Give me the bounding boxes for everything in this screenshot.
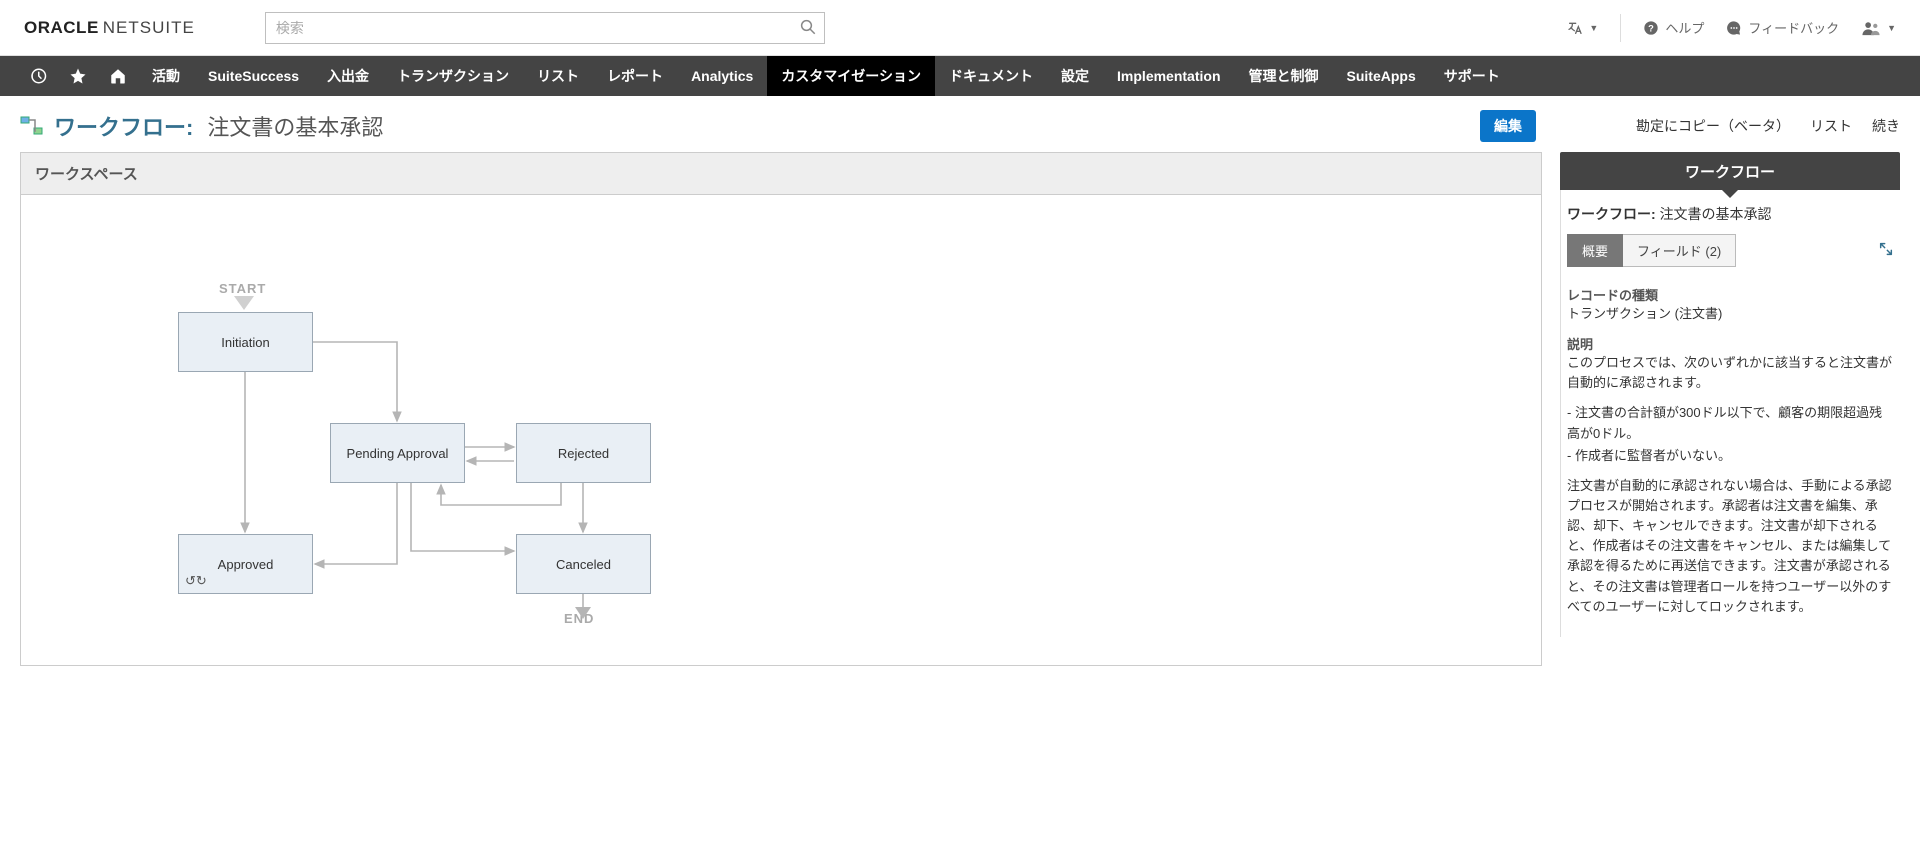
nav-history-icon[interactable] [18, 56, 58, 96]
nav-item-11[interactable]: 管理と制御 [1235, 56, 1333, 96]
nav-item-3[interactable]: トランザクション [383, 56, 523, 96]
side-panel: ワークフロー ワークフロー: 注文書の基本承認 概要 フィールド (2) レコー… [1560, 152, 1900, 637]
more-link[interactable]: 続き [1872, 116, 1900, 136]
state-rejected[interactable]: Rejected [516, 423, 651, 483]
expand-icon[interactable] [1878, 241, 1894, 260]
side-panel-scroll[interactable]: レコードの種類 トランザクション (注文書) 説明 このプロセスでは、次のいずれ… [1561, 279, 1900, 637]
workflow-edges [21, 195, 1541, 665]
nav-item-8[interactable]: ドキュメント [935, 56, 1047, 96]
workflow-icon [20, 116, 44, 136]
title-links: 勘定にコピー（ベータ） リスト 続き [1636, 116, 1900, 136]
logo-netsuite: NETSUITE [103, 18, 195, 38]
state-approved[interactable]: Approved ↺↻ [178, 534, 313, 594]
nav-item-6[interactable]: Analytics [677, 56, 767, 96]
side-panel-title: ワークフロー: 注文書の基本承認 [1561, 204, 1900, 234]
edit-button[interactable]: 編集 [1480, 110, 1536, 142]
logo-oracle: ORACLE [24, 18, 99, 38]
help-label: ヘルプ [1665, 18, 1704, 37]
loop-icon: ↺↻ [185, 573, 207, 589]
nav-item-7[interactable]: カスタマイゼーション [767, 56, 935, 96]
side-tab-workflow[interactable]: ワークフロー [1560, 152, 1900, 190]
end-label: END [564, 611, 594, 626]
divider [1620, 14, 1621, 42]
description-label: 説明 [1567, 334, 1894, 353]
nav-star-icon[interactable] [58, 56, 98, 96]
app-header: ORACLE NETSUITE ▼ ? ヘルプ フィードバック ▼ [0, 0, 1920, 56]
state-pending-approval[interactable]: Pending Approval [330, 423, 465, 483]
nav-item-13[interactable]: サポート [1430, 56, 1514, 96]
workspace-header: ワークスペース [21, 153, 1541, 195]
nav-item-4[interactable]: リスト [523, 56, 593, 96]
copy-to-account-link[interactable]: 勘定にコピー（ベータ） [1636, 116, 1790, 136]
main-nav: 活動SuiteSuccess入出金トランザクションリストレポートAnalytic… [0, 56, 1920, 96]
search-input[interactable] [265, 12, 825, 44]
nav-item-5[interactable]: レポート [593, 56, 677, 96]
search-icon[interactable] [799, 18, 817, 39]
nav-item-10[interactable]: Implementation [1103, 56, 1234, 96]
description-p1: このプロセスでは、次のいずれかに該当すると注文書が自動的に承認されます。 [1567, 353, 1894, 393]
nav-item-1[interactable]: SuiteSuccess [194, 56, 313, 96]
app-logo: ORACLE NETSUITE [24, 18, 195, 38]
nav-home-icon[interactable] [98, 56, 138, 96]
start-label: START [219, 281, 266, 296]
side-subtabs: 概要 フィールド (2) [1561, 234, 1900, 279]
workflow-canvas[interactable]: START Initiation Pending Approval Reject… [21, 195, 1541, 665]
feedback-link[interactable]: フィードバック [1726, 18, 1839, 37]
language-icon[interactable]: ▼ [1567, 20, 1598, 36]
nav-item-9[interactable]: 設定 [1047, 56, 1103, 96]
user-menu[interactable]: ▼ [1861, 20, 1896, 36]
description-bullet-1: - 注文書の合計額が300ドル以下で、顧客の期限超過残高が0ドル。 [1567, 403, 1894, 443]
feedback-label: フィードバック [1748, 18, 1839, 37]
record-type-label: レコードの種類 [1567, 285, 1894, 304]
description-bullet-2: - 作成者に監督者がいない。 [1567, 446, 1894, 466]
workspace-panel: ワークスペース START Initiation Pending Approva… [20, 152, 1542, 666]
start-arrow-icon [234, 296, 254, 310]
nav-item-2[interactable]: 入出金 [313, 56, 383, 96]
subtab-fields[interactable]: フィールド (2) [1623, 234, 1736, 267]
page-title-main: ワークフロー: [54, 110, 193, 142]
svg-text:?: ? [1648, 23, 1654, 33]
record-type-value: トランザクション (注文書) [1567, 304, 1894, 324]
page-titlebar: ワークフロー: 注文書の基本承認 編集 勘定にコピー（ベータ） リスト 続き [0, 96, 1920, 152]
list-link[interactable]: リスト [1810, 116, 1852, 136]
state-canceled[interactable]: Canceled [516, 534, 651, 594]
nav-item-0[interactable]: 活動 [138, 56, 194, 96]
main-area: ワークスペース START Initiation Pending Approva… [0, 152, 1920, 686]
page-title-sub: 注文書の基本承認 [207, 110, 383, 142]
help-link[interactable]: ? ヘルプ [1643, 18, 1704, 37]
search-wrap [265, 12, 825, 44]
header-right: ▼ ? ヘルプ フィードバック ▼ [1567, 14, 1896, 42]
subtab-overview[interactable]: 概要 [1567, 234, 1623, 267]
nav-item-12[interactable]: SuiteApps [1333, 56, 1430, 96]
state-initiation[interactable]: Initiation [178, 312, 313, 372]
description-p2: 注文書が自動的に承認されない場合は、手動による承認プロセスが開始されます。承認者… [1567, 476, 1894, 617]
